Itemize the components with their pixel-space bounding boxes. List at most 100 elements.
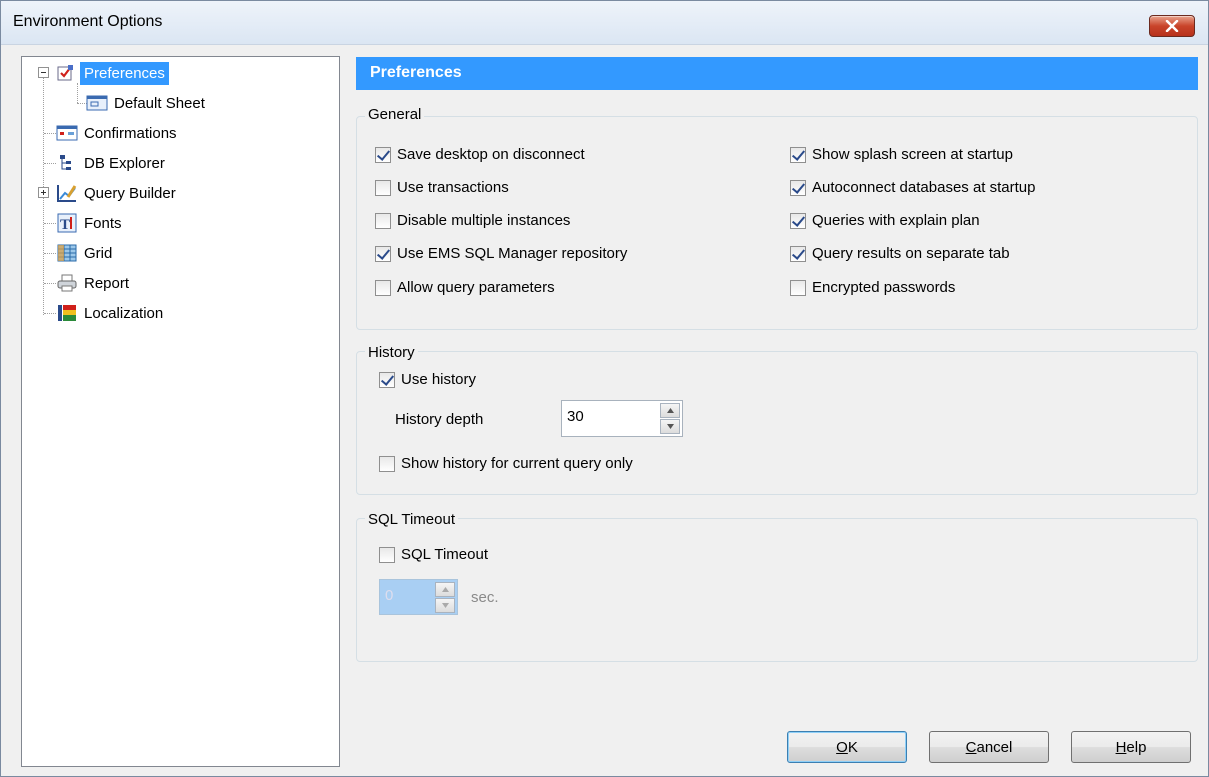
spin-down-button[interactable] — [660, 419, 680, 434]
checkbox-label: Use transactions — [397, 179, 509, 196]
cancel-label: ancel — [976, 738, 1013, 756]
checkbox-icon — [56, 63, 78, 83]
checkbox-box — [375, 212, 391, 229]
tree-label: Grid — [84, 244, 113, 262]
ok-label: K — [847, 738, 858, 756]
checkbox-box — [790, 279, 806, 296]
separate-tab-checkbox[interactable]: Query results on separate tab — [790, 245, 1010, 262]
tree-item-preferences[interactable]: Preferences — [56, 60, 169, 86]
ok-button[interactable]: OK — [787, 731, 907, 763]
printer-icon — [56, 273, 78, 293]
allow-query-parameters-checkbox[interactable]: Allow query parameters — [375, 279, 555, 296]
tree-label: Report — [84, 274, 130, 292]
checkbox-label: Queries with explain plan — [812, 212, 980, 229]
tree-item-confirmations[interactable]: Confirmations — [56, 120, 181, 146]
checkbox-label: SQL Timeout — [401, 546, 488, 563]
tree-item-localization[interactable]: Localization — [56, 300, 167, 326]
disable-multiple-instances-checkbox[interactable]: Disable multiple instances — [375, 212, 570, 229]
checkbox-label: Show splash screen at startup — [812, 146, 1013, 163]
use-repository-checkbox[interactable]: Use EMS SQL Manager repository — [375, 245, 627, 262]
spin-down-button[interactable] — [435, 598, 455, 613]
autoconnect-checkbox[interactable]: Autoconnect databases at startup — [790, 179, 1035, 196]
tree-label: Query Builder — [84, 184, 176, 202]
checkbox-box — [375, 245, 391, 262]
collapse-preferences-toggle[interactable] — [38, 67, 49, 78]
explain-plan-checkbox[interactable]: Queries with explain plan — [790, 212, 980, 229]
close-icon — [1165, 20, 1179, 32]
chart-pencil-icon — [56, 183, 78, 203]
checkbox-label: Allow query parameters — [397, 279, 555, 296]
sheet-icon — [86, 93, 108, 113]
checkbox-label: Encrypted passwords — [812, 279, 956, 296]
tree-item-default-sheet[interactable]: Default Sheet — [86, 90, 209, 116]
tree-item-fonts[interactable]: T Fonts — [56, 210, 126, 236]
checkbox-box — [790, 179, 806, 196]
history-depth-label: History depth — [395, 411, 484, 428]
checkbox-box — [375, 279, 391, 296]
checkbox-label: Query results on separate tab — [812, 245, 1010, 262]
show-splash-checkbox[interactable]: Show splash screen at startup — [790, 146, 1013, 163]
expand-query-builder-toggle[interactable] — [38, 187, 49, 198]
tree-label: Confirmations — [84, 124, 177, 142]
checkbox-box — [379, 546, 395, 563]
spin-up-button[interactable] — [660, 403, 680, 418]
help-button[interactable]: Help — [1071, 731, 1191, 763]
spin-up-button[interactable] — [435, 582, 455, 597]
checkbox-box — [379, 455, 395, 472]
font-icon: T — [56, 213, 78, 233]
arrow-up-icon — [667, 408, 674, 413]
arrow-up-icon — [442, 587, 449, 592]
save-desktop-checkbox[interactable]: Save desktop on disconnect — [375, 146, 585, 163]
confirm-window-icon — [56, 123, 78, 143]
window-title: Environment Options — [13, 13, 163, 30]
arrow-down-icon — [442, 603, 449, 608]
tree-label: DB Explorer — [84, 154, 165, 172]
section-header: Preferences — [356, 57, 1198, 90]
arrow-down-icon — [667, 424, 674, 429]
tree-label: Default Sheet — [114, 94, 205, 112]
use-transactions-checkbox[interactable]: Use transactions — [375, 179, 509, 196]
close-button[interactable] — [1149, 15, 1195, 37]
cancel-button[interactable]: Cancel — [929, 731, 1049, 763]
encrypted-passwords-checkbox[interactable]: Encrypted passwords — [790, 279, 955, 296]
checkbox-label: Autoconnect databases at startup — [812, 179, 1036, 196]
tree-item-db-explorer[interactable]: DB Explorer — [56, 150, 169, 176]
checkbox-label: Use history — [401, 371, 477, 388]
tree-structure-icon — [56, 153, 78, 173]
grid-icon — [56, 243, 78, 263]
tree-item-report[interactable]: Report — [56, 270, 133, 296]
ok-accel: O — [836, 738, 848, 756]
flags-icon — [56, 303, 78, 323]
checkbox-box — [375, 179, 391, 196]
cancel-accel: C — [965, 738, 977, 756]
sql-timeout-checkbox[interactable]: SQL Timeout — [379, 546, 488, 563]
svg-text:T: T — [60, 217, 70, 233]
tree-item-grid[interactable]: Grid — [56, 240, 116, 266]
history-depth-spinner[interactable]: 30 — [561, 400, 683, 437]
sql-timeout-spinner[interactable]: 0 — [379, 579, 458, 615]
tree-label: Preferences — [80, 61, 169, 85]
help-accel: H — [1115, 738, 1127, 756]
sql-timeout-value: 0 — [385, 587, 394, 604]
options-tree[interactable]: Preferences Default Sheet Confirmations … — [21, 56, 340, 767]
tree-label: Localization — [84, 304, 164, 322]
history-depth-value: 30 — [567, 408, 584, 425]
checkbox-box — [790, 146, 806, 163]
tree-label: Fonts — [84, 214, 122, 232]
checkbox-box — [790, 245, 806, 262]
checkbox-label: Save desktop on disconnect — [397, 146, 585, 163]
checkbox-label: Use EMS SQL Manager repository — [397, 245, 628, 262]
checkbox-label: Show history for current query only — [401, 455, 633, 472]
checkbox-box — [379, 371, 395, 388]
history-group-title: History — [365, 344, 418, 361]
environment-options-dialog: Environment Options Preferences Default … — [0, 0, 1209, 777]
use-history-checkbox[interactable]: Use history — [379, 371, 476, 388]
history-current-only-checkbox[interactable]: Show history for current query only — [379, 455, 633, 472]
tree-item-query-builder[interactable]: Query Builder — [56, 180, 180, 206]
sql-timeout-group-title: SQL Timeout — [365, 511, 458, 528]
title-bar: Environment Options — [1, 1, 1208, 45]
help-label: elp — [1126, 738, 1147, 756]
checkbox-box — [375, 146, 391, 163]
sql-timeout-unit: sec. — [471, 589, 499, 606]
general-group-title: General — [365, 106, 425, 123]
